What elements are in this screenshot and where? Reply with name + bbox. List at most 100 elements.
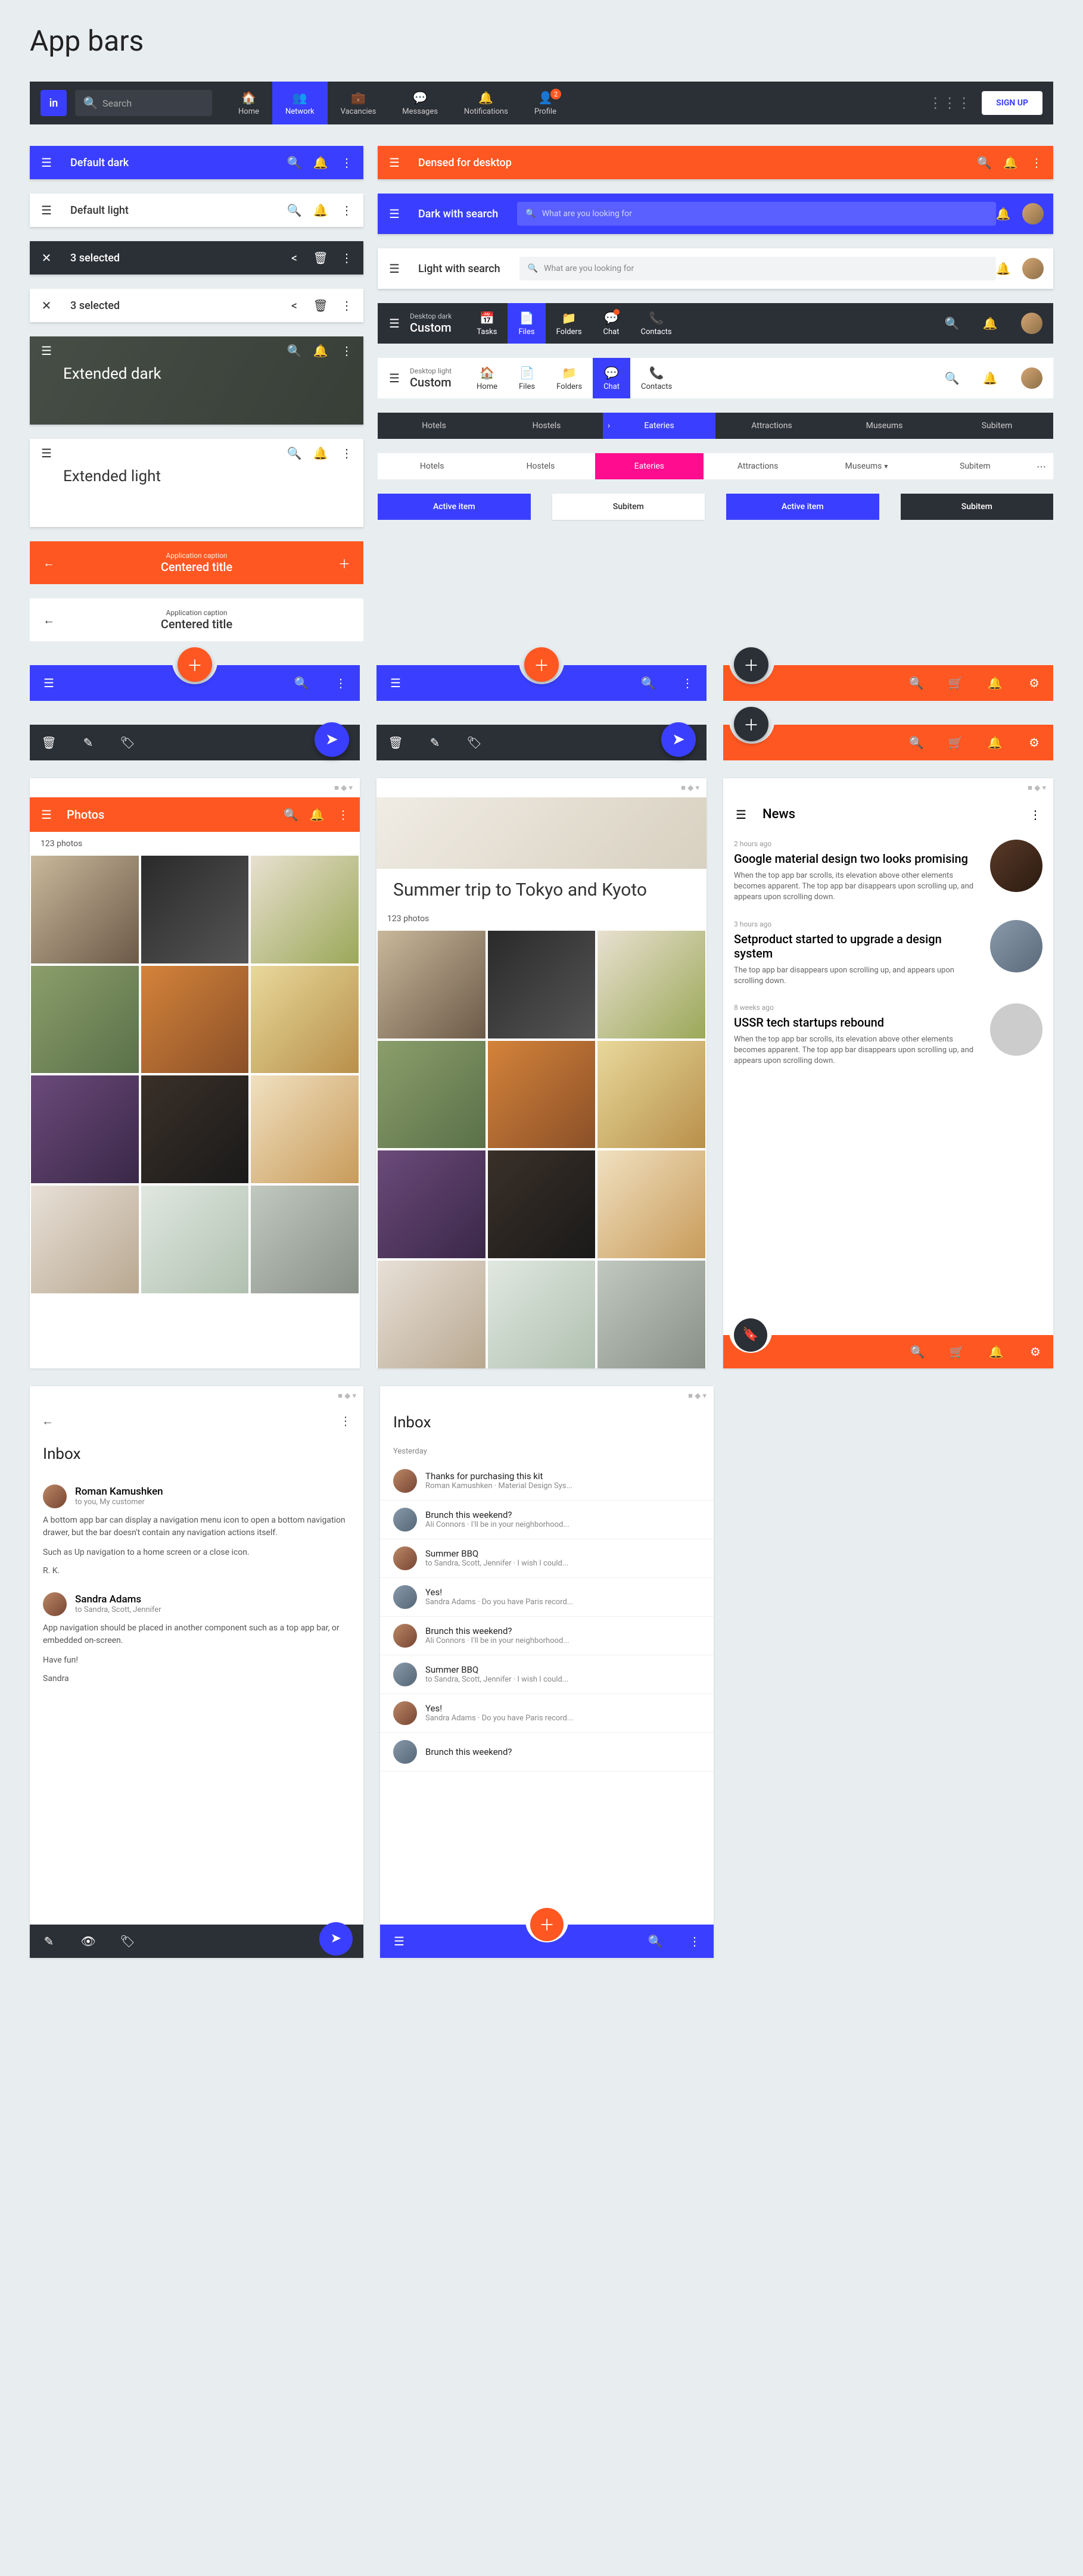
menu-icon[interactable]: ☰ <box>387 316 402 330</box>
photo-thumb[interactable] <box>31 1075 139 1183</box>
bell-icon[interactable]: 🔔 <box>988 676 1002 690</box>
bell-icon[interactable]: 🔔 <box>313 203 328 217</box>
logo[interactable]: in <box>41 90 67 116</box>
tab-messages[interactable]: 💬Messages <box>389 82 451 124</box>
bell-icon[interactable]: 🔔 <box>1003 155 1017 170</box>
bell-icon[interactable]: 🔔 <box>988 735 1002 750</box>
avatar[interactable] <box>43 1592 67 1616</box>
tab-contacts[interactable]: 📞Contacts <box>630 303 683 344</box>
tab-tasks[interactable]: 📅Tasks <box>466 303 508 344</box>
back-icon[interactable]: ← <box>41 1414 55 1429</box>
search-icon[interactable]: 🔍 <box>945 371 959 385</box>
search-icon[interactable]: 🔍 <box>909 735 923 750</box>
more-icon[interactable]: ⋮ <box>340 251 354 265</box>
tag-icon[interactable]: 🏷 <box>467 735 481 750</box>
tab-museums[interactable]: Museums <box>828 413 941 439</box>
search-icon[interactable]: 🔍 <box>641 676 655 690</box>
avatar[interactable] <box>1021 313 1042 334</box>
edit-icon[interactable]: ✎ <box>81 735 95 750</box>
bell-icon[interactable]: 🔔 <box>310 807 324 822</box>
menu-icon[interactable]: ☰ <box>387 207 402 221</box>
menu-icon[interactable]: ☰ <box>387 371 402 385</box>
chip-active[interactable]: Active item <box>378 494 531 520</box>
more-icon[interactable]: ⋮ <box>340 155 354 170</box>
tag-icon[interactable]: 🏷 <box>120 1934 135 1948</box>
photo-thumb[interactable] <box>597 1041 705 1149</box>
more-icon[interactable]: ⋮ <box>687 1934 702 1948</box>
search-icon[interactable]: 🔍 <box>648 1934 662 1948</box>
search-icon[interactable]: 🔍 <box>910 1345 925 1359</box>
more-icon[interactable]: ⋮ <box>1028 807 1042 822</box>
search-icon[interactable]: 🔍 <box>287 203 301 217</box>
back-icon[interactable]: ← <box>42 613 56 628</box>
delete-icon[interactable]: 🗑 <box>313 298 328 313</box>
photo-thumb[interactable] <box>251 1075 359 1183</box>
add-icon[interactable]: ＋ <box>337 554 351 572</box>
tag-icon[interactable]: 🏷 <box>120 735 135 750</box>
photo-thumb[interactable] <box>597 1261 705 1368</box>
bell-icon[interactable]: 🔔 <box>313 155 328 170</box>
search-input[interactable]: 🔍What are you looking for <box>517 202 996 226</box>
news-item[interactable]: 8 weeks agoUSSR tech startups reboundWhe… <box>723 995 1053 1075</box>
list-item[interactable]: Yes!Sandra Adams · Do you have Paris rec… <box>380 1694 714 1733</box>
bell-icon[interactable]: 🔔 <box>996 261 1010 276</box>
fab-add[interactable]: ＋ <box>178 647 212 682</box>
list-item[interactable]: Summer BBQto Sandra, Scott, Jennifer · I… <box>380 1539 714 1578</box>
tab-files[interactable]: 📄Files <box>508 303 545 344</box>
tab-chat[interactable]: 💬Chat <box>593 358 630 398</box>
more-icon[interactable]: ⋮ <box>340 446 354 460</box>
tab-attractions[interactable]: Attractions <box>704 453 812 479</box>
search-icon[interactable]: 🔍 <box>909 676 923 690</box>
share-icon[interactable]: < <box>287 298 301 313</box>
photo-thumb[interactable] <box>31 856 139 963</box>
tab-eateries[interactable]: ›Eateries <box>603 413 715 439</box>
photo-thumb[interactable] <box>141 856 249 963</box>
search-input[interactable]: 🔍 Search <box>75 90 212 116</box>
tab-chat[interactable]: 💬Chat <box>593 303 630 344</box>
list-item[interactable]: Summer BBQto Sandra, Scott, Jennifer · I… <box>380 1655 714 1694</box>
photo-thumb[interactable] <box>141 1186 249 1293</box>
more-icon[interactable]: ⋮ <box>340 344 354 358</box>
avatar[interactable] <box>43 1485 67 1508</box>
tab-files[interactable]: 📄Files <box>508 358 546 398</box>
fab-add[interactable]: ＋ <box>734 647 768 682</box>
gear-icon[interactable]: ⚙ <box>1027 735 1041 750</box>
tab-hotels[interactable]: Hotels <box>378 413 490 439</box>
photo-thumb[interactable] <box>31 1186 139 1293</box>
photo-thumb[interactable] <box>31 966 139 1074</box>
tab-hostels[interactable]: Hostels <box>486 453 595 479</box>
more-icon[interactable]: ⋮ <box>334 676 348 690</box>
fab-add[interactable]: ＋ <box>734 707 768 741</box>
cart-icon[interactable]: 🛒 <box>948 676 963 690</box>
more-icon[interactable]: ⋮ <box>340 203 354 217</box>
list-item[interactable]: Brunch this weekend? <box>380 1733 714 1772</box>
menu-icon[interactable]: ☰ <box>387 261 402 276</box>
fab-send[interactable]: ➤ <box>319 1922 353 1956</box>
search-icon[interactable]: 🔍 <box>945 316 959 330</box>
photo-thumb[interactable] <box>141 1075 249 1183</box>
photo-thumb[interactable] <box>141 966 249 1074</box>
tab-eateries[interactable]: Eateries <box>595 453 704 479</box>
edit-icon[interactable]: ✎ <box>428 735 442 750</box>
menu-icon[interactable]: ☰ <box>392 1934 406 1948</box>
menu-icon[interactable]: ☰ <box>42 676 56 690</box>
cart-icon[interactable]: 🛒 <box>950 1345 964 1359</box>
fab-add[interactable]: ＋ <box>530 1908 564 1941</box>
photo-thumb[interactable] <box>488 931 596 1038</box>
tab-museums[interactable]: Museums▾ <box>812 453 920 479</box>
tab-notifications[interactable]: 🔔Notifications <box>451 82 521 124</box>
close-icon[interactable]: ✕ <box>39 298 54 313</box>
delete-icon[interactable]: 🗑 <box>313 251 328 265</box>
edit-icon[interactable]: ✎ <box>42 1934 56 1948</box>
chip-subitem[interactable]: Subitem <box>901 494 1054 520</box>
photo-thumb[interactable] <box>251 856 359 963</box>
search-icon[interactable]: 🔍 <box>294 676 309 690</box>
tab-profile[interactable]: 👤Profile2 <box>521 82 569 124</box>
tab-home[interactable]: 🏠Home <box>466 358 508 398</box>
tab-subitem[interactable]: Subitem <box>941 413 1053 439</box>
more-icon[interactable]: ⋮ <box>336 807 350 822</box>
search-icon[interactable]: 🔍 <box>284 807 298 822</box>
tab-hotels[interactable]: Hotels <box>378 453 486 479</box>
bell-icon[interactable]: 🔔 <box>996 207 1010 221</box>
more-icon[interactable]: ⋮ <box>338 1414 353 1428</box>
